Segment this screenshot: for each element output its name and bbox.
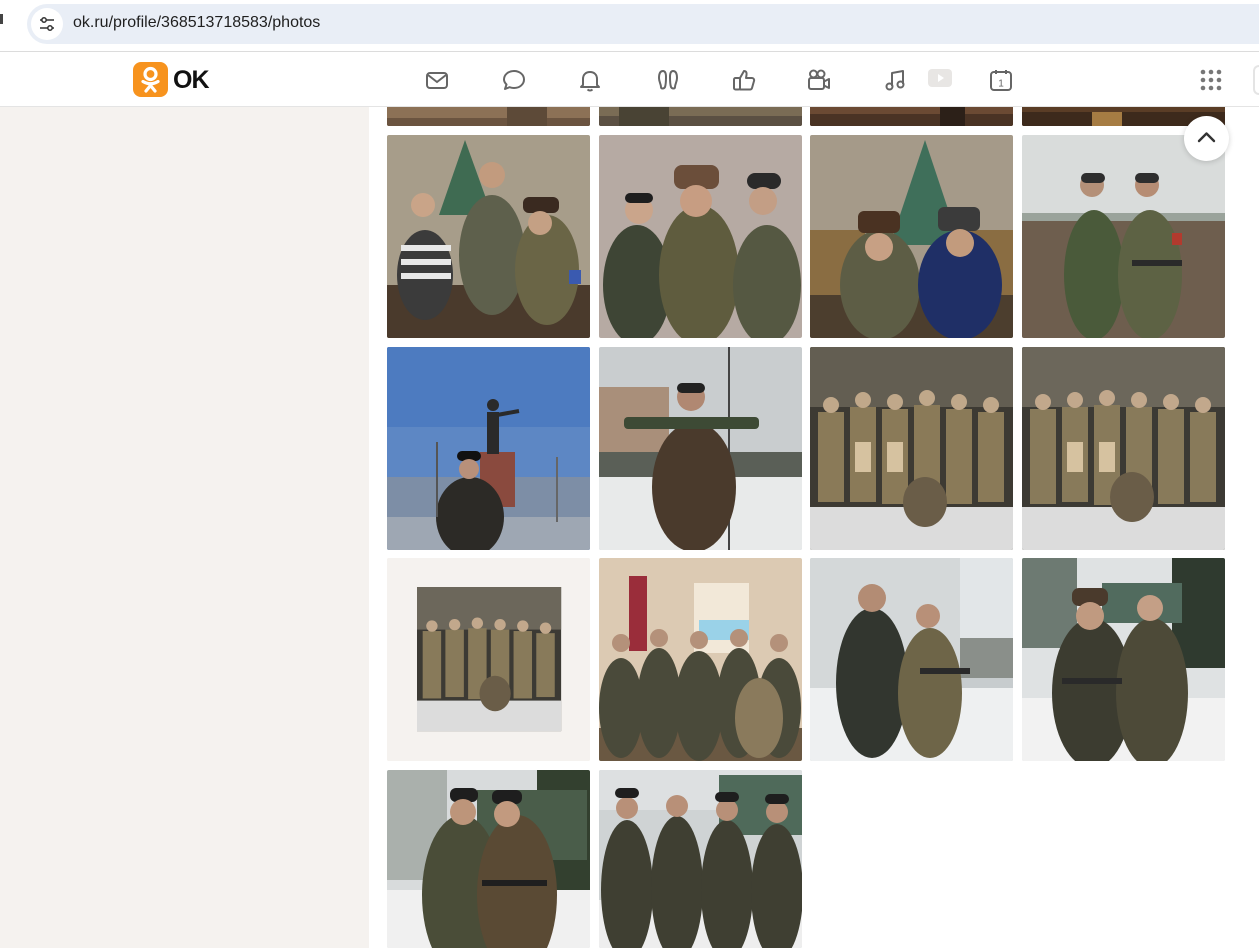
scroll-to-top-button[interactable] [1184,116,1229,161]
url-field[interactable]: ok.ru/profile/368513718583/photos [27,4,1259,44]
calendar-day: 1 [998,79,1004,90]
play-icon[interactable] [927,66,953,92]
logo-text[interactable]: OK [173,66,209,95]
ok-logo-icon[interactable] [133,62,168,97]
tune-icon[interactable] [31,8,63,40]
like-icon[interactable] [731,67,757,93]
photo-thumbnail[interactable] [810,558,1013,761]
photo-thumbnail[interactable] [599,107,802,126]
photo-thumbnail[interactable] [810,347,1013,550]
photo-thumbnail[interactable] [1022,558,1225,761]
photo-thumbnail[interactable] [810,107,1013,126]
photo-thumbnail[interactable] [387,107,590,126]
photo-grid [369,107,1259,948]
music-icon[interactable] [883,67,909,93]
bell-icon[interactable] [577,67,603,93]
window-edge-right [1253,65,1259,95]
guests-icon[interactable] [655,67,681,93]
photo-thumbnail[interactable] [599,558,802,761]
browser-address-bar: ok.ru/profile/368513718583/photos [0,0,1259,52]
grid-icon[interactable] [1199,68,1223,92]
photo-thumbnail[interactable] [387,558,590,761]
photo-thumbnail[interactable] [599,770,802,948]
photo-thumbnail[interactable] [1022,135,1225,338]
site-header: OK 1 [0,52,1259,107]
photo-thumbnail[interactable] [810,135,1013,338]
photo-thumbnail[interactable] [599,347,802,550]
window-edge [0,14,3,24]
calendar-icon[interactable]: 1 [988,67,1014,93]
photo-thumbnail[interactable] [387,135,590,338]
chevron-up-icon [1197,132,1216,143]
photo-thumbnail[interactable] [387,770,590,948]
photo-thumbnail[interactable] [599,135,802,338]
video-camera-icon[interactable] [806,67,832,93]
photo-thumbnail[interactable] [387,347,590,550]
photo-thumbnail[interactable] [1022,347,1225,550]
url-text[interactable]: ok.ru/profile/368513718583/photos [73,14,320,32]
mail-icon[interactable] [424,67,450,93]
chat-icon[interactable] [501,67,527,93]
